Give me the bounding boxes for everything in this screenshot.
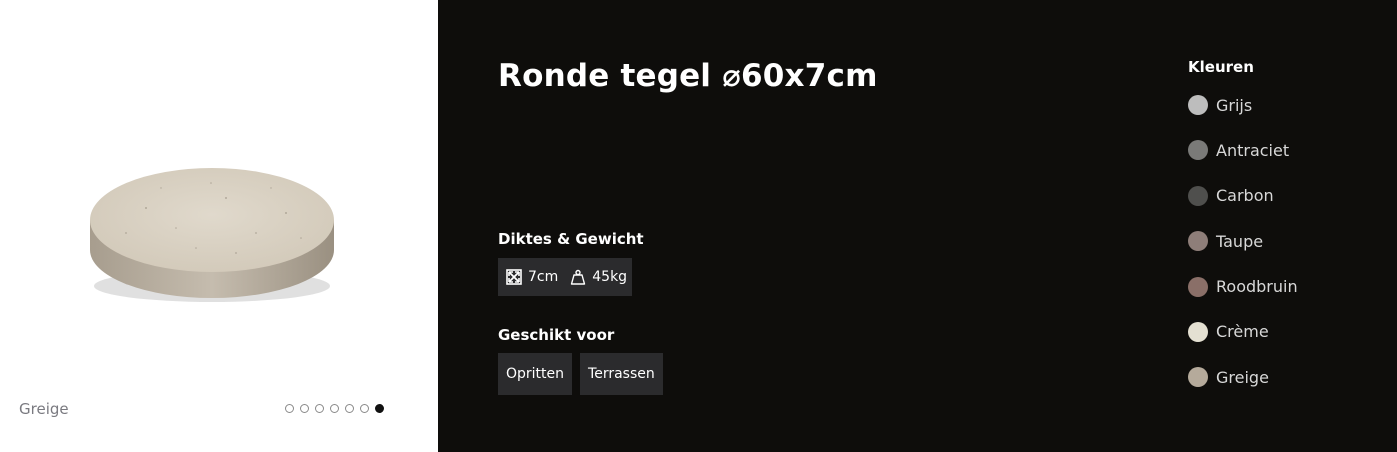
gallery-dot[interactable] <box>360 404 369 413</box>
dimensions-icon <box>506 269 522 285</box>
color-swatch <box>1188 321 1208 342</box>
color-swatch <box>1188 276 1208 297</box>
gallery-dot[interactable] <box>345 404 354 413</box>
color-option[interactable]: Crème <box>1188 321 1298 343</box>
gallery-dot[interactable] <box>300 404 309 413</box>
colors-heading: Kleuren <box>1188 58 1254 76</box>
color-label: Grijs <box>1216 95 1253 115</box>
product-image <box>90 168 334 302</box>
color-label: Carbon <box>1216 186 1274 206</box>
product-title: Ronde tegel ⌀60x7cm <box>498 58 878 94</box>
color-label: Roodbruin <box>1216 277 1298 297</box>
usage-tag[interactable]: Terrassen <box>580 353 663 395</box>
selected-color-caption: Greige <box>19 400 69 418</box>
color-option[interactable]: Taupe <box>1188 230 1298 252</box>
color-option[interactable]: Grijs <box>1188 94 1298 116</box>
weight-icon <box>571 269 586 285</box>
color-option[interactable]: Greige <box>1188 366 1298 388</box>
color-swatch <box>1188 231 1208 252</box>
gallery-dot[interactable] <box>285 404 294 413</box>
color-swatch <box>1188 367 1208 388</box>
color-swatch <box>1188 95 1208 115</box>
thickness-value: 7cm <box>528 269 559 285</box>
product-details: Ronde tegel ⌀60x7cm Diktes & Gewicht 7cm… <box>438 0 1397 452</box>
color-option[interactable]: Antraciet <box>1188 139 1298 161</box>
color-option[interactable]: Roodbruin <box>1188 276 1298 298</box>
color-label: Antraciet <box>1216 140 1290 160</box>
gallery-pagination <box>285 404 384 413</box>
color-label: Greige <box>1216 367 1269 387</box>
gallery-dot[interactable] <box>315 404 324 413</box>
color-option[interactable]: Carbon <box>1188 185 1298 207</box>
color-label: Crème <box>1216 322 1269 342</box>
product-gallery: Greige <box>0 0 438 452</box>
specs-box: 7cm 45kg <box>498 258 632 296</box>
gallery-dot[interactable] <box>375 404 384 413</box>
usage-tags: Opritten Terrassen <box>498 353 663 395</box>
color-list: Grijs Antraciet Carbon Taupe Roodbruin Crème G… <box>1188 94 1298 412</box>
gallery-dot[interactable] <box>330 404 339 413</box>
color-swatch <box>1188 185 1208 206</box>
usage-heading: Geschikt voor <box>498 326 615 344</box>
color-label: Taupe <box>1216 231 1264 251</box>
weight-value: 45kg <box>592 269 628 285</box>
specs-heading: Diktes & Gewicht <box>498 230 644 248</box>
usage-tag[interactable]: Opritten <box>498 353 573 395</box>
color-swatch <box>1188 140 1208 161</box>
